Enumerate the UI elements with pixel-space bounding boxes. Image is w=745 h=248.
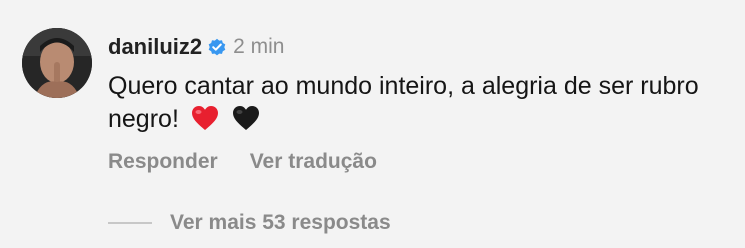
verified-badge-icon — [207, 37, 227, 57]
comment-header: daniluiz2 2 min — [108, 32, 284, 62]
comment-text: Quero cantar ao mundo inteiro, a alegria… — [108, 70, 728, 136]
avatar[interactable] — [22, 28, 92, 98]
translate-button[interactable]: Ver tradução — [250, 150, 377, 174]
view-more-replies-label: Ver mais 53 respostas — [170, 211, 391, 234]
comment-actions: Responder Ver tradução — [108, 150, 377, 174]
username[interactable]: daniluiz2 — [108, 34, 202, 60]
reply-button[interactable]: Responder — [108, 150, 218, 174]
comment-time: 2 min — [233, 35, 285, 58]
black-heart-icon — [231, 104, 261, 132]
view-more-replies-button[interactable]: Ver mais 53 respostas — [108, 211, 391, 235]
red-heart-icon — [190, 104, 220, 132]
replies-divider — [108, 222, 152, 224]
comment-item: daniluiz2 2 min Quero cantar ao mundo in… — [0, 0, 745, 248]
